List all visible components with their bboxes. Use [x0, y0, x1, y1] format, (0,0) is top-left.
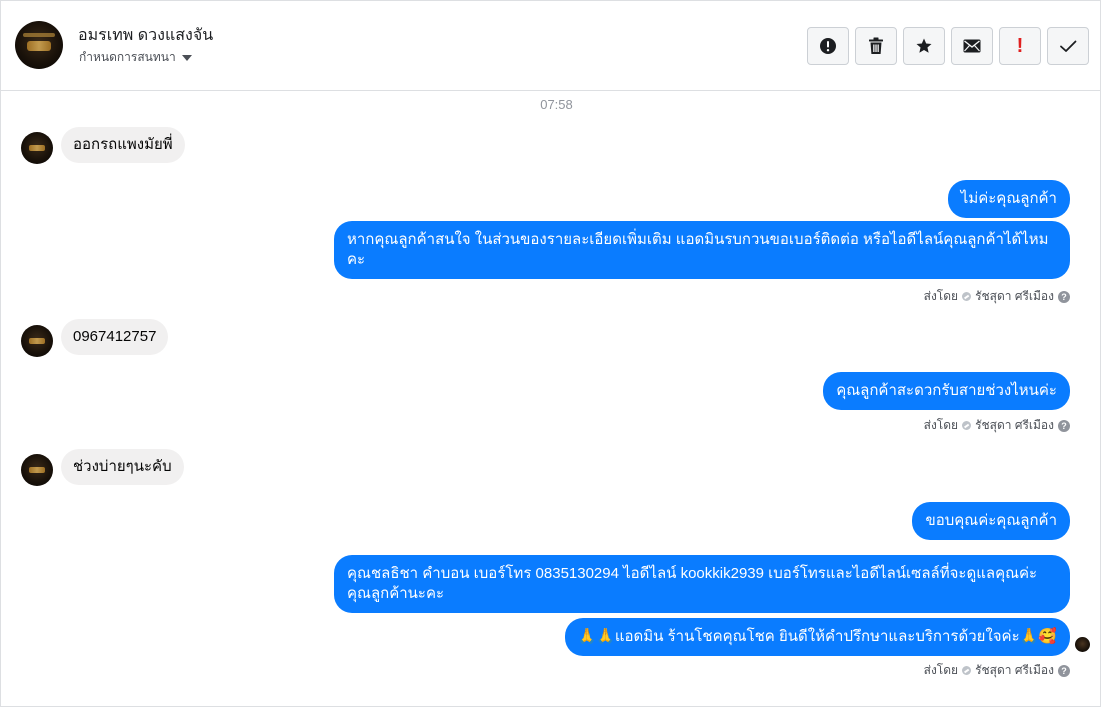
agent-status-icon	[962, 666, 972, 675]
sent-by-agent[interactable]: รัชสุดา ศรีเมือง	[975, 661, 1054, 680]
spam-button[interactable]: !	[999, 27, 1041, 65]
agent-status-icon	[962, 421, 972, 430]
trash-icon	[869, 37, 883, 54]
contact-avatar[interactable]	[15, 21, 63, 69]
outgoing-message[interactable]: ขอบคุณค่ะคุณลูกค้า	[912, 502, 1070, 540]
exclamation-icon: !	[1016, 35, 1024, 57]
envelope-icon	[963, 39, 981, 53]
message-timestamp: 07:58	[540, 97, 573, 112]
sent-by-label: ส่งโดย	[923, 663, 959, 677]
delete-button[interactable]	[855, 27, 897, 65]
mark-done-button[interactable]	[1047, 27, 1089, 65]
sent-by-info: ส่งโดย รัชสุดา ศรีเมือง ?	[924, 287, 1070, 306]
sent-by-agent[interactable]: รัชสุดา ศรีเมือง	[975, 287, 1054, 306]
outgoing-message[interactable]: ไม่ค่ะคุณลูกค้า	[947, 180, 1070, 218]
outgoing-message[interactable]: คุณลูกค้าสะดวกรับสายช่วงไหนค่ะ	[823, 372, 1070, 410]
help-icon[interactable]: ?	[1058, 290, 1070, 303]
contact-name[interactable]: อมรเทพ ดวงแสงจัน	[78, 23, 213, 48]
checkmark-icon	[1060, 40, 1077, 52]
star-icon	[916, 38, 932, 53]
conversation-window: อมรเทพ ดวงแสงจัน กำหนดการสนทนา ! 07:58 อ…	[0, 0, 1101, 707]
schedule-dropdown[interactable]: กำหนดการสนทนา	[79, 48, 192, 67]
sent-by-info: ส่งโดย รัชสุดา ศรีเมือง ?	[924, 416, 1070, 435]
outgoing-message[interactable]: คุณชลธิชา คำบอน เบอร์โทร 0835130294 ไอดี…	[334, 555, 1070, 613]
contact-avatar-small[interactable]	[21, 454, 53, 486]
seen-receipt-avatar	[1075, 637, 1090, 652]
incoming-message[interactable]: ออกรถแพงมัยพี่	[61, 127, 185, 163]
outgoing-message[interactable]: 🙏🙏แอดมิน ร้านโชคคุณโชค ยินดีให้คำปรึกษาแ…	[564, 618, 1070, 656]
conversation-header: อมรเทพ ดวงแสงจัน กำหนดการสนทนา !	[1, 1, 1101, 91]
help-icon[interactable]: ?	[1058, 419, 1070, 432]
contact-avatar-small[interactable]	[21, 325, 53, 357]
chevron-down-icon	[181, 55, 192, 61]
report-button[interactable]	[807, 27, 849, 65]
outgoing-message[interactable]: หากคุณลูกค้าสนใจ ในส่วนของรายละเอียดเพิ่…	[334, 221, 1070, 279]
sent-by-agent[interactable]: รัชสุดา ศรีเมือง	[975, 416, 1054, 435]
contact-avatar-small[interactable]	[21, 132, 53, 164]
incoming-message[interactable]: 0967412757	[61, 319, 169, 355]
star-button[interactable]	[903, 27, 945, 65]
sent-by-label: ส่งโดย	[923, 418, 959, 432]
sent-by-info: ส่งโดย รัชสุดา ศรีเมือง ?	[924, 661, 1070, 680]
agent-status-icon	[962, 292, 972, 301]
incoming-message[interactable]: ช่วงบ่ายๆนะคับ	[61, 449, 184, 485]
mark-unread-button[interactable]	[951, 27, 993, 65]
sent-by-label: ส่งโดย	[923, 289, 959, 303]
alert-circle-icon	[820, 38, 836, 54]
schedule-label: กำหนดการสนทนา	[79, 50, 176, 64]
header-toolbar: !	[807, 27, 1089, 65]
help-icon[interactable]: ?	[1058, 664, 1070, 677]
